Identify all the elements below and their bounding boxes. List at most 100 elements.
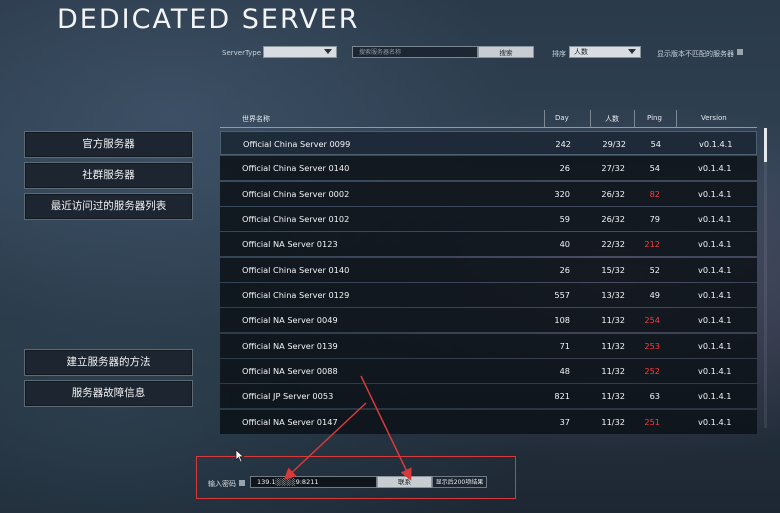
server-address-value: 139.1░░░░9:8211 [257, 478, 319, 486]
server-players: 11/32 [601, 417, 625, 427]
server-version: v0.1.4.1 [698, 214, 732, 224]
server-version: v0.1.4.1 [699, 139, 733, 149]
official-servers-button[interactable]: 官方服务器 [24, 131, 193, 158]
search-placeholder: 搜索服务器名称 [359, 49, 402, 56]
column-divider [590, 110, 591, 128]
server-ping: 252 [644, 366, 660, 376]
column-divider [676, 110, 677, 128]
table-row[interactable]: Official China Server 0099 242 29/32 54 v0.1… [220, 131, 757, 155]
server-version: v0.1.4.1 [698, 265, 732, 275]
server-day: 40 [559, 239, 570, 249]
server-day: 108 [554, 315, 570, 325]
scrollbar-thumb[interactable] [764, 128, 767, 162]
server-version: v0.1.4.1 [698, 341, 732, 351]
mismatch-label: 显示版本不匹配的服务器 [657, 50, 734, 58]
server-players: 15/32 [601, 265, 625, 275]
server-ping: 54 [649, 163, 660, 173]
table-row[interactable]: Official JP Server 0053 821 11/32 63 v0.1.4.… [220, 384, 757, 408]
server-version: v0.1.4.1 [698, 315, 732, 325]
password-checkbox[interactable] [239, 480, 245, 486]
server-address-input[interactable]: 139.1░░░░9:8211 [250, 476, 377, 488]
server-trouble-info-button[interactable]: 服务器故障信息 [24, 380, 193, 407]
table-row[interactable]: Official NA Server 0139 71 11/32 253 v0.1.4.… [220, 334, 757, 358]
server-ping: 254 [644, 315, 660, 325]
server-table-header: 世界名称 Day 人数 Ping Version [220, 110, 757, 128]
server-ping: 212 [644, 239, 660, 249]
server-players: 26/32 [601, 189, 625, 199]
server-type-label: ServerType [222, 49, 262, 57]
table-row[interactable]: Official China Server 0129 557 13/32 49 v0.1… [220, 283, 757, 307]
scrollbar-track[interactable] [764, 128, 767, 428]
server-ping: 49 [649, 290, 660, 300]
server-players: 26/32 [601, 214, 625, 224]
server-name: Official NA Server 0139 [242, 341, 338, 351]
recent-servers-button[interactable]: 最近访问过的服务器列表 [24, 193, 193, 220]
server-name: Official China Server 0129 [242, 290, 350, 300]
server-day: 26 [559, 163, 570, 173]
server-type-select[interactable] [263, 46, 337, 58]
table-row[interactable]: Official China Server 0102 59 26/32 79 v0.1.… [220, 207, 757, 231]
show-next-200-button[interactable]: 显示后200项结果 [432, 476, 487, 488]
sort-label: 排序 [552, 50, 566, 58]
table-row[interactable]: Official NA Server 0088 48 11/32 252 v0.1.4.… [220, 359, 757, 383]
table-row[interactable]: Official China Server 0002 320 26/32 82 v0.1… [220, 182, 757, 206]
server-version: v0.1.4.1 [698, 391, 732, 401]
server-players: 13/32 [601, 290, 625, 300]
server-name: Official NA Server 0147 [242, 417, 338, 427]
server-day: 37 [559, 417, 570, 427]
server-ping: 79 [649, 214, 660, 224]
server-day: 59 [559, 214, 570, 224]
community-servers-button[interactable]: 社群服务器 [24, 162, 193, 189]
server-ping: 63 [649, 391, 660, 401]
sort-value: 人数 [574, 48, 588, 56]
server-name: Official NA Server 0123 [242, 239, 338, 249]
server-players: 11/32 [601, 315, 625, 325]
server-day: 26 [559, 265, 570, 275]
server-day: 48 [559, 366, 570, 376]
server-day: 242 [555, 139, 571, 149]
server-day: 557 [554, 290, 570, 300]
server-ping: 82 [649, 189, 660, 199]
server-day: 821 [554, 391, 570, 401]
server-ping: 251 [644, 417, 660, 427]
page-title: DEDICATED SERVER [57, 4, 360, 35]
header-version[interactable]: Version [701, 114, 727, 122]
server-name: Official NA Server 0088 [242, 366, 338, 376]
header-ping[interactable]: Ping [647, 114, 662, 122]
mouse-cursor-icon [235, 449, 245, 463]
header-world-name[interactable]: 世界名称 [242, 114, 270, 124]
server-players: 22/32 [601, 239, 625, 249]
server-setup-guide-button[interactable]: 建立服务器的方法 [24, 349, 193, 376]
server-name: Official China Server 0140 [242, 163, 350, 173]
sort-select[interactable]: 人数 [569, 46, 641, 58]
table-row[interactable]: Official China Server 0140 26 15/32 52 v0.1.… [220, 258, 757, 282]
server-name: Official China Server 0102 [242, 214, 350, 224]
mismatch-checkbox[interactable] [737, 49, 743, 55]
table-row[interactable]: Official NA Server 0123 40 22/32 212 v0.1.4.… [220, 232, 757, 256]
server-name: Official NA Server 0049 [242, 315, 338, 325]
chevron-down-icon [628, 49, 636, 54]
server-version: v0.1.4.1 [698, 417, 732, 427]
server-ping: 253 [644, 341, 660, 351]
table-row[interactable]: Official NA Server 0049 108 11/32 254 v0.1.4… [220, 308, 757, 332]
header-underline [220, 127, 757, 128]
server-players: 27/32 [601, 163, 625, 173]
server-ping: 52 [649, 265, 660, 275]
server-name: Official China Server 0002 [242, 189, 350, 199]
server-name: Official JP Server 0053 [242, 391, 334, 401]
server-version: v0.1.4.1 [698, 163, 732, 173]
column-divider [634, 110, 635, 128]
server-version: v0.1.4.1 [698, 366, 732, 376]
connect-button[interactable]: 联系 [377, 476, 432, 488]
password-label: 输入密码 [208, 480, 236, 488]
header-day[interactable]: Day [555, 114, 569, 122]
server-version: v0.1.4.1 [698, 290, 732, 300]
table-row[interactable]: Official NA Server 0147 37 11/32 251 v0.1.4.… [220, 410, 757, 434]
search-button[interactable]: 搜索 [478, 46, 534, 58]
server-name: Official China Server 0140 [242, 265, 350, 275]
search-input[interactable]: 搜索服务器名称 [352, 46, 478, 58]
server-day: 320 [554, 189, 570, 199]
server-version: v0.1.4.1 [698, 239, 732, 249]
header-players[interactable]: 人数 [605, 114, 619, 124]
table-row[interactable]: Official China Server 0140 26 27/32 54 v0.1.… [220, 156, 757, 180]
